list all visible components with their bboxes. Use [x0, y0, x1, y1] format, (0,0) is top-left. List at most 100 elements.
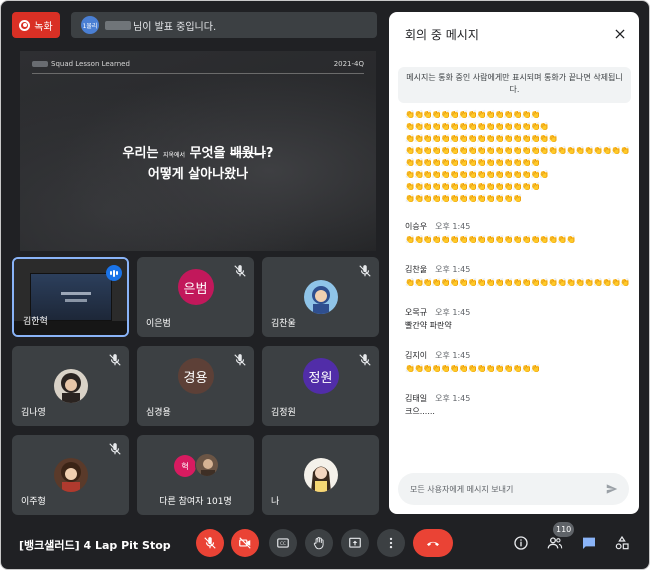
participant-name: 김정원: [271, 408, 296, 418]
participant-tile[interactable]: 경용 심경용: [137, 346, 254, 426]
message-text: 👏👏👏👏👏👏👏👏👏👏👏👏👏👏👏👏👏👏👏👏👏👏👏👏👏👏👏👏👏👏👏👏👏👏👏👏👏: [405, 278, 629, 287]
chat-message-input[interactable]: [410, 481, 590, 497]
participant-name: 심경용: [146, 408, 171, 418]
message-sender: 이승우: [405, 222, 428, 231]
raise-hand-button[interactable]: [305, 529, 333, 557]
record-button[interactable]: 녹화: [12, 12, 60, 38]
chat-notice: 메시지는 통화 중인 사람에게만 표시되며 통화가 끝나면 삭제됩니다.: [398, 67, 631, 103]
clap-line: 👏👏👏👏👏👏👏👏👏👏👏👏👏👏👏👏: [405, 170, 549, 179]
message-sender: 김찬울: [405, 265, 428, 274]
message-time: 오후 1:45: [435, 265, 471, 274]
chat-message-list[interactable]: 👏👏👏👏👏👏👏👏👏👏👏👏👏👏👏 👏👏👏👏👏👏👏👏👏👏👏👏👏👏👏👏 👏👏👏👏👏👏👏…: [405, 109, 629, 479]
chat-message: 이승우 오후 1:45 👏👏👏👏👏👏👏👏👏👏👏👏👏👏👏👏👏👏👏: [405, 221, 629, 246]
mic-off-icon: [359, 354, 371, 366]
message-text: 빨간약 파란약: [405, 321, 452, 330]
participant-tile[interactable]: 김한혁: [12, 257, 129, 337]
participant-name: 이주형: [21, 497, 46, 507]
clap-line: 👏👏👏👏👏👏👏👏👏👏👏👏👏: [405, 194, 523, 203]
record-icon: [19, 19, 31, 31]
self-name: 나: [271, 497, 280, 507]
participant-tile[interactable]: 은범 이은범: [137, 257, 254, 337]
present-icon: [349, 537, 361, 548]
shared-screen: Squad Lesson Learned 2021-4Q 우리는 지옥에서 무엇…: [20, 51, 376, 251]
slide-word-2: 무엇을: [189, 146, 226, 161]
meeting-details-button[interactable]: [511, 533, 531, 553]
presenting-text-wrap: 님이 발표 중입니다.: [105, 18, 216, 33]
clap-line: 👏👏👏👏👏👏👏👏👏👏👏👏👏👏👏: [405, 110, 540, 119]
message-text: 크으......: [405, 407, 435, 416]
clap-line: 👏👏👏👏👏👏👏👏👏👏👏👏👏👏👏: [405, 158, 540, 167]
participant-name: 이은범: [146, 319, 171, 329]
profile-photo: [53, 369, 88, 403]
presenter-avatar: 1물리: [81, 16, 99, 34]
participant-name: 김한혁: [23, 317, 48, 327]
slide-headline-line1: 우리는 지옥에서 무엇을 배웠나?: [20, 144, 376, 165]
letter-avatar: 은범: [177, 269, 214, 305]
slide-question-mark: ?: [265, 146, 274, 161]
chat-icon: [583, 537, 595, 549]
message-time: 오후 1:45: [435, 222, 471, 231]
participant-tile[interactable]: 이주형: [12, 435, 129, 515]
chat-message: 김태일 오후 1:45 크으......: [405, 393, 629, 418]
profile-photo: [303, 280, 338, 314]
leave-call-button[interactable]: [413, 529, 453, 557]
send-icon[interactable]: [605, 482, 619, 496]
participant-tile[interactable]: 김나영: [12, 346, 129, 426]
presenting-text: 님이 발표 중입니다.: [133, 21, 217, 33]
profile-photo: [303, 458, 338, 492]
mic-off-icon: [234, 354, 246, 366]
message-time: 오후 1:45: [435, 394, 471, 403]
blurred-company-name: [32, 61, 48, 67]
participant-group-tile[interactable]: 혁 다른 참여자 101명: [137, 435, 254, 515]
letter-avatar: 경용: [177, 358, 214, 394]
mic-toggle-button[interactable]: [196, 529, 224, 557]
slide-word-small: 지옥에서: [162, 152, 186, 159]
chat-panel: 회의 중 메시지 메시지는 통화 중인 사람에게만 표시되며 통화가 끝나면 삭…: [389, 12, 639, 514]
chat-button[interactable]: [579, 533, 599, 553]
activities-button[interactable]: [612, 533, 632, 553]
slide-word-strike: 배웠나: [230, 146, 266, 161]
participant-name: 김나영: [21, 408, 46, 418]
participant-tile[interactable]: 정원 김정원: [262, 346, 379, 426]
slide-header-left-wrap: Squad Lesson Learned: [32, 60, 130, 68]
clap-line: 👏👏👏👏👏👏👏👏👏👏👏👏👏👏👏: [405, 182, 540, 191]
presenting-banner: 1물리 님이 발표 중입니다.: [71, 12, 377, 38]
clap-line: 👏👏👏👏👏👏👏👏👏👏👏👏👏👏👏👏: [405, 122, 549, 131]
slide-headline: 우리는 지옥에서 무엇을 배웠나? 어떻게 살아나왔나: [20, 144, 376, 184]
more-vert-icon: [389, 537, 393, 549]
speaking-indicator-icon: [106, 265, 122, 281]
close-icon[interactable]: [613, 27, 627, 41]
chat-message: 오목규 오후 1:45 빨간약 파란약: [405, 307, 629, 332]
captions-button[interactable]: CC: [269, 529, 297, 557]
mic-off-icon: [234, 265, 246, 277]
self-tile[interactable]: 나: [262, 435, 379, 515]
letter-avatar: 정원: [302, 358, 339, 394]
more-options-button[interactable]: [377, 529, 405, 557]
clap-line: 👏👏👏👏👏👏👏👏👏👏👏👏👏👏👏👏👏👏👏👏👏👏👏👏👏👏👏👏👏👏👏: [405, 146, 629, 155]
info-icon: [514, 536, 528, 550]
message-time: 오후 1:45: [435, 351, 471, 360]
mic-off-icon: [204, 537, 216, 549]
message-sender: 오목규: [405, 308, 428, 317]
people-icon: [547, 537, 563, 549]
participants-count-badge: 110: [553, 522, 575, 537]
activities-icon: [615, 535, 629, 550]
present-screen-button[interactable]: [341, 529, 369, 557]
slide-divider: [32, 73, 364, 74]
mic-off-icon: [109, 443, 121, 455]
participant-group-name: 다른 참여자 101명: [159, 497, 232, 507]
profile-photo: [53, 458, 88, 492]
hand-icon: [313, 536, 324, 550]
captions-icon: CC: [277, 538, 289, 548]
message-time: 오후 1:45: [435, 308, 471, 317]
slide-header-left: Squad Lesson Learned: [51, 60, 130, 68]
camera-toggle-button[interactable]: [231, 529, 259, 557]
clap-message-group: 👏👏👏👏👏👏👏👏👏👏👏👏👏👏👏 👏👏👏👏👏👏👏👏👏👏👏👏👏👏👏👏 👏👏👏👏👏👏👏…: [405, 109, 629, 205]
message-sender: 김태일: [405, 394, 428, 403]
participant-tile[interactable]: 김찬울: [262, 257, 379, 337]
meeting-title: [뱅크샐러드] 4 Lap Pit Stop: [19, 539, 171, 552]
slide-headline-line2: 어떻게 살아나왔나: [147, 167, 249, 182]
meet-window: 녹화 1물리 님이 발표 중입니다. Squad Lesson Learned …: [0, 0, 650, 570]
svg-text:CC: CC: [280, 541, 286, 546]
chat-message: 김지이 오후 1:45 👏👏👏👏👏👏👏👏👏👏👏👏👏👏👏: [405, 350, 629, 375]
